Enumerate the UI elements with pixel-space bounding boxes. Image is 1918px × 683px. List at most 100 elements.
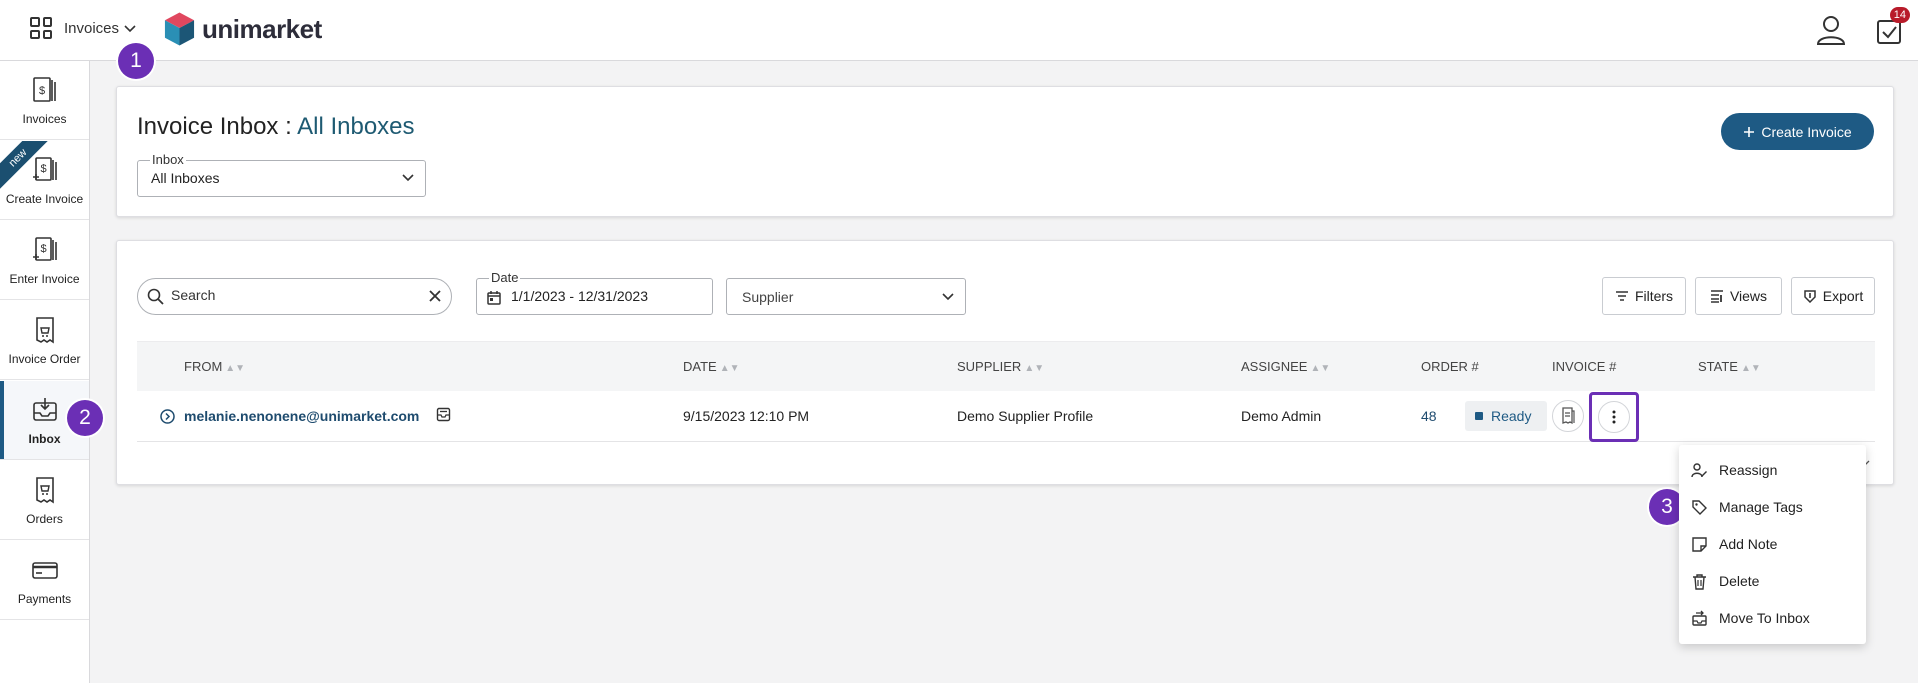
payment-card-icon: [31, 561, 58, 579]
search-icon: [147, 288, 164, 305]
filters-button[interactable]: Filters: [1602, 277, 1686, 315]
col-header-assignee[interactable]: ASSIGNEE ▲▼: [1241, 359, 1330, 374]
email-message-icon[interactable]: [436, 407, 451, 422]
svg-text:$: $: [38, 85, 44, 97]
row-order-link[interactable]: 48: [1421, 408, 1437, 424]
note-icon: [1692, 536, 1707, 552]
page-title: Invoice Inbox : All Inboxes: [137, 113, 415, 140]
step-marker-2: 2: [67, 400, 103, 436]
row-actions-inner: [1598, 401, 1630, 433]
plus-icon: [1744, 126, 1755, 137]
invoice-dollar-icon: $: [32, 76, 56, 102]
inbox-select[interactable]: Inbox All Inboxes: [137, 152, 426, 197]
calendar-icon: [487, 291, 501, 305]
tag-icon: [1692, 499, 1707, 515]
supplier-select-placeholder: Supplier: [742, 289, 794, 305]
apps-grid-icon: [30, 17, 52, 39]
row-assignee: Demo Admin: [1241, 408, 1322, 424]
sidebar-item-enter-invoice[interactable]: $ Enter Invoice: [0, 221, 89, 300]
inbox-count-badge: 14: [1889, 7, 1910, 23]
sidebar-item-label: Enter Invoice: [9, 271, 80, 286]
invoice-order-icon: [35, 316, 54, 343]
page-title-inbox: All Inboxes: [297, 113, 415, 140]
sidebar-item-label: Orders: [26, 511, 63, 526]
chevron-down-icon: [942, 293, 954, 301]
app-switcher[interactable]: Invoices: [30, 17, 137, 39]
enter-invoice-icon: $: [32, 236, 57, 261]
col-header-from[interactable]: FROM ▲▼: [184, 359, 245, 374]
inbox-select-label: Inbox: [150, 152, 186, 167]
move-inbox-icon: [1692, 610, 1707, 626]
sidebar-item-label: Create Invoice: [5, 191, 84, 206]
create-invoice-button[interactable]: Create Invoice: [1721, 113, 1874, 150]
inbox-select-value: All Inboxes: [151, 170, 220, 186]
row-supplier: Demo Supplier Profile: [957, 408, 1094, 424]
sidebar-item-invoice-order[interactable]: Invoice Order: [0, 301, 89, 380]
sidebar: $ Invoices new $ Create Invoice $ Enter …: [0, 61, 90, 683]
supplier-select[interactable]: Supplier: [726, 278, 966, 315]
menu-item-delete[interactable]: Delete: [1679, 563, 1866, 599]
menu-item-manage-tags[interactable]: Manage Tags: [1679, 489, 1866, 525]
svg-text:$: $: [40, 163, 46, 175]
chevron-down-icon: [124, 25, 136, 33]
col-header-order: ORDER #: [1421, 359, 1479, 374]
table-row[interactable]: melanie.nenonene@unimarket.com 9/15/2023…: [137, 391, 1875, 442]
date-range-value: 1/1/2023 - 12/31/2023: [511, 288, 649, 304]
search-box[interactable]: [137, 278, 452, 315]
more-vertical-icon: [1612, 410, 1616, 424]
step-marker-1: 1: [118, 43, 154, 79]
notifications-inbox[interactable]: 14: [1874, 7, 1910, 47]
menu-item-move-to-inbox[interactable]: Move To Inbox: [1679, 600, 1866, 636]
inbox-header-card: Invoice Inbox : All Inboxes Inbox All In…: [116, 86, 1894, 217]
chevron-down-icon: [402, 174, 414, 182]
col-header-invoice: INVOICE #: [1552, 359, 1617, 374]
invoice-list-card: Date 1/1/2023 - 12/31/2023 Supplier Filt…: [116, 240, 1894, 485]
sort-icon: ▲▼: [1024, 363, 1045, 374]
sidebar-item-create-invoice[interactable]: new $ Create Invoice: [0, 141, 89, 220]
row-date: 9/15/2023 12:10 PM: [683, 408, 810, 424]
search-input[interactable]: [171, 287, 421, 303]
view-document-button[interactable]: [1552, 400, 1584, 432]
row-from-email[interactable]: melanie.nenonene@unimarket.com: [184, 408, 419, 424]
inbox-tray-icon: [32, 397, 57, 421]
document-receipt-icon: [1562, 407, 1575, 425]
sort-icon: ▲▼: [1310, 363, 1331, 374]
unimarket-logo[interactable]: unimarket: [163, 11, 322, 47]
orders-cart-icon: [35, 476, 54, 503]
sidebar-item-orders[interactable]: Orders: [0, 461, 89, 540]
sidebar-item-payments[interactable]: Payments: [0, 541, 89, 620]
expand-row-icon[interactable]: [160, 409, 175, 424]
user-profile-icon[interactable]: [1814, 13, 1848, 47]
sidebar-item-label: Invoices: [22, 111, 67, 126]
row-actions-button[interactable]: [1589, 392, 1639, 442]
app-switcher-label: Invoices: [64, 19, 120, 37]
date-range-field[interactable]: Date 1/1/2023 - 12/31/2023: [476, 270, 713, 315]
sidebar-item-label: Invoice Order: [8, 351, 81, 366]
views-button[interactable]: Views: [1695, 277, 1782, 315]
sidebar-item-label: Payments: [17, 591, 72, 606]
reassign-icon: [1691, 462, 1707, 477]
row-actions-menu: Reassign Manage Tags Add Note Delete Mov…: [1679, 445, 1866, 644]
menu-item-reassign[interactable]: Reassign: [1679, 452, 1866, 488]
export-button[interactable]: Export: [1791, 277, 1875, 315]
sidebar-item-invoices[interactable]: $ Invoices: [0, 61, 89, 140]
table-header: FROM ▲▼ DATE ▲▼ SUPPLIER ▲▼ ASSIGNEE ▲▼ ORDE…: [137, 341, 1875, 391]
filter-lines-icon: [1615, 291, 1628, 301]
svg-text:$: $: [40, 243, 46, 255]
clear-search-icon[interactable]: [428, 289, 442, 303]
create-invoice-icon: $: [32, 156, 57, 181]
status-dot: [1475, 412, 1483, 420]
logo-text: unimarket: [202, 13, 322, 44]
status-badge: Ready: [1465, 401, 1547, 431]
col-header-date[interactable]: DATE ▲▼: [683, 359, 740, 374]
logo-cube-icon: [164, 12, 195, 46]
menu-item-add-note[interactable]: Add Note: [1679, 526, 1866, 562]
sidebar-item-label: Inbox: [28, 431, 61, 446]
col-header-state[interactable]: STATE ▲▼: [1698, 359, 1761, 374]
sort-icon: ▲▼: [225, 363, 246, 374]
col-header-supplier[interactable]: SUPPLIER ▲▼: [957, 359, 1044, 374]
date-range-label: Date: [489, 270, 521, 285]
views-list-icon: [1710, 290, 1723, 303]
top-bar: Invoices unimarket 14: [0, 0, 1918, 61]
sort-icon: ▲▼: [719, 363, 740, 374]
